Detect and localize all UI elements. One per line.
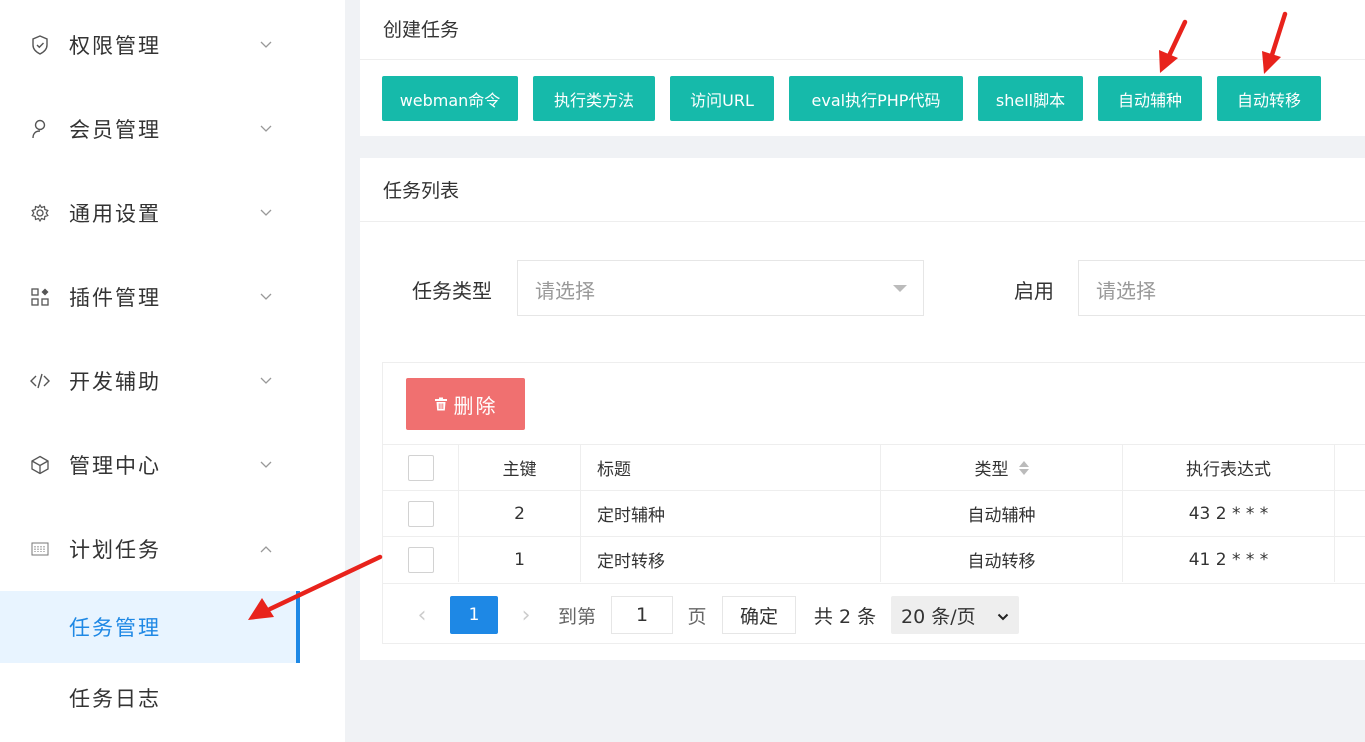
sidebar: 权限管理 会员管理 通用设置 插件管理 开发辅助 管理中心 计划任务 任务管理 …	[0, 0, 345, 742]
pagination: ‹ 1 › 到第 1 页 确定 共 2 条 20 条/页	[383, 583, 1365, 645]
delete-button[interactable]: 删除	[406, 378, 525, 430]
caret-down-icon	[893, 285, 907, 292]
goto-page-input[interactable]: 1	[611, 596, 673, 634]
chevron-down-icon	[258, 37, 274, 53]
auto-seeding-button[interactable]: 自动辅种	[1098, 76, 1202, 121]
page-size-value: 20 条/页	[901, 605, 976, 628]
table-header: 主键 标题 类型 执行表达式	[383, 444, 1365, 490]
chevron-down-icon	[258, 457, 274, 473]
goto-confirm-button[interactable]: 确定	[722, 596, 796, 634]
card-divider	[360, 59, 1365, 60]
enabled-select[interactable]: 请选择	[1078, 260, 1365, 316]
cell-title: 定时转移	[581, 537, 881, 582]
sidebar-subitem-label: 任务日志	[69, 687, 161, 711]
auto-transfer-button[interactable]: 自动转移	[1217, 76, 1321, 121]
cube-icon	[30, 455, 50, 475]
table-row[interactable]: 1 定时转移 自动转移 41 2 * * *	[383, 536, 1365, 582]
sidebar-item-label: 开发辅助	[69, 370, 161, 394]
chevron-down-icon	[258, 205, 274, 221]
code-icon	[30, 371, 50, 391]
column-header-expression[interactable]: 执行表达式	[1123, 445, 1335, 490]
cell-expression: 43 2 * * *	[1123, 491, 1335, 536]
task-type-label: 任务类型	[412, 279, 492, 303]
row-checkbox-cell	[383, 537, 459, 582]
cell-type: 自动辅种	[881, 491, 1123, 536]
sidebar-item-label: 管理中心	[69, 454, 161, 478]
header-checkbox-cell	[383, 445, 459, 490]
task-list-title: 任务列表	[383, 180, 460, 202]
user-icon	[30, 119, 50, 139]
row-checkbox-cell	[383, 491, 459, 536]
chevron-up-icon	[258, 541, 274, 557]
column-header-id[interactable]: 主键	[459, 445, 581, 490]
shield-icon	[30, 35, 50, 55]
sidebar-item-dev-tools[interactable]: 开发辅助	[0, 339, 300, 423]
calendar-icon	[30, 539, 50, 559]
row-checkbox[interactable]	[407, 546, 434, 573]
select-placeholder: 请选择	[1096, 279, 1156, 303]
eval-php-button[interactable]: eval执行PHP代码	[789, 76, 963, 121]
chevron-down-icon	[258, 373, 274, 389]
create-task-title: 创建任务	[383, 19, 460, 41]
task-type-select[interactable]: 请选择	[517, 260, 924, 316]
sort-icon[interactable]	[1018, 460, 1029, 475]
trash-icon	[434, 397, 448, 411]
cell-id: 2	[459, 491, 581, 536]
column-header-title[interactable]: 标题	[581, 445, 881, 490]
visit-url-button[interactable]: 访问URL	[670, 76, 774, 121]
active-indicator	[296, 591, 300, 663]
goto-label: 到第	[557, 605, 596, 628]
sidebar-item-admin-center[interactable]: 管理中心	[0, 423, 300, 507]
chevron-down-icon	[258, 121, 274, 137]
delete-label: 删除	[453, 393, 498, 418]
sidebar-subitem-label: 任务管理	[69, 616, 161, 640]
sidebar-item-members[interactable]: 会员管理	[0, 87, 300, 171]
chevron-down-icon	[997, 604, 1009, 626]
cell-id: 1	[459, 537, 581, 582]
select-placeholder: 请选择	[535, 279, 595, 303]
create-task-card: 创建任务 webman命令 执行类方法 访问URL eval执行PHP代码 sh…	[360, 0, 1365, 136]
next-page-button[interactable]: ›	[513, 596, 539, 634]
sidebar-item-settings[interactable]: 通用设置	[0, 171, 300, 255]
current-page[interactable]: 1	[450, 596, 498, 634]
chevron-down-icon	[258, 289, 274, 305]
prev-page-button[interactable]: ‹	[409, 596, 435, 634]
shell-script-button[interactable]: shell脚本	[978, 76, 1083, 121]
card-divider	[360, 221, 1365, 222]
sidebar-item-scheduled-tasks[interactable]: 计划任务	[0, 507, 300, 591]
page-size-select[interactable]: 20 条/页	[891, 596, 1019, 634]
task-table-panel: 删除 主键 标题 类型 执行表达式 2 定时辅种 自动辅种 43 2 * * *…	[382, 362, 1365, 644]
page-unit-label: 页	[687, 605, 707, 628]
sidebar-item-permissions[interactable]: 权限管理	[0, 3, 300, 87]
apps-icon	[30, 287, 50, 307]
total-count: 共 2 条	[813, 605, 877, 628]
sidebar-subitem-task-management[interactable]: 任务管理	[0, 591, 300, 663]
cell-title: 定时辅种	[581, 491, 881, 536]
sidebar-item-label: 权限管理	[69, 34, 161, 58]
sidebar-item-label: 计划任务	[69, 538, 161, 562]
sidebar-item-label: 通用设置	[69, 202, 161, 226]
sidebar-item-label: 会员管理	[69, 118, 161, 142]
webman-command-button[interactable]: webman命令	[382, 76, 518, 121]
row-checkbox[interactable]	[407, 500, 434, 527]
class-method-button[interactable]: 执行类方法	[533, 76, 655, 121]
sidebar-item-label: 插件管理	[69, 286, 161, 310]
sidebar-item-plugins[interactable]: 插件管理	[0, 255, 300, 339]
column-header-type[interactable]: 类型	[881, 445, 1123, 490]
column-header-type-label: 类型	[974, 460, 1009, 480]
sidebar-subitem-task-log[interactable]: 任务日志	[0, 662, 300, 734]
select-all-checkbox[interactable]	[407, 454, 434, 481]
cell-type: 自动转移	[881, 537, 1123, 582]
gear-icon	[30, 203, 50, 223]
table-row[interactable]: 2 定时辅种 自动辅种 43 2 * * *	[383, 490, 1365, 536]
cell-expression: 41 2 * * *	[1123, 537, 1335, 582]
enabled-label: 启用	[1014, 279, 1054, 303]
